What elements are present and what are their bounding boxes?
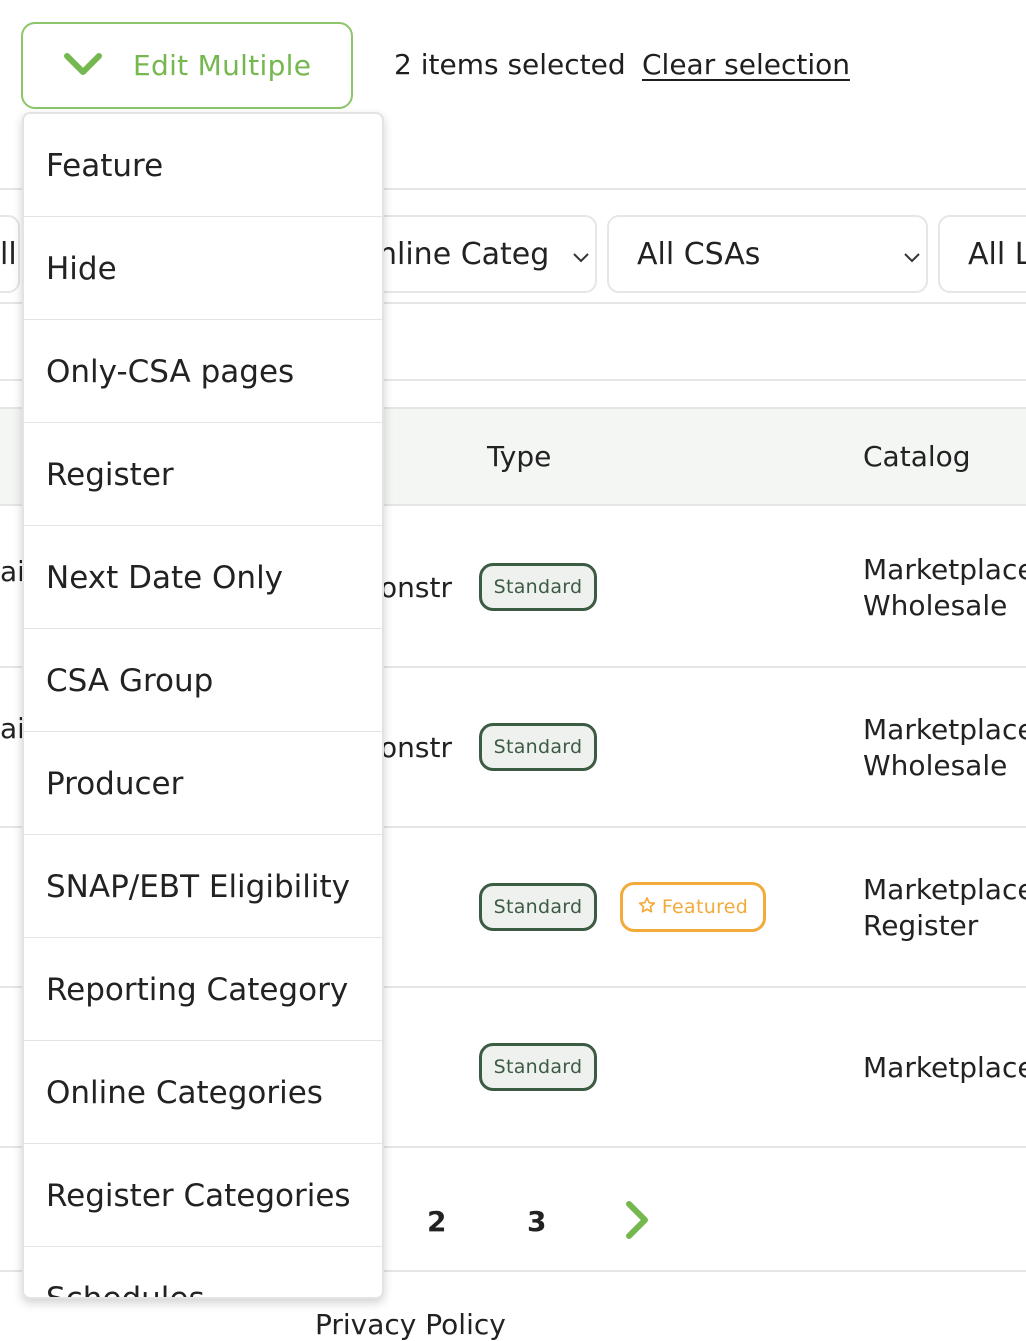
pagination-page-3[interactable]: 3 [527,1205,546,1238]
catalog-line: Wholesale [863,749,1008,782]
standard-badge: Standard [479,723,597,771]
cell-text-fragment: onstr [380,731,452,764]
menu-item-label: Hide [46,251,117,287]
catalog-line: Marketplace [863,553,1026,586]
filter-select-partial-right-label: All L [968,237,1026,272]
menu-item-only-csa-pages[interactable]: Only-CSA pages [24,320,382,423]
chevron-right-icon[interactable] [624,1200,650,1244]
chevron-down-icon [572,249,590,268]
menu-item-producer[interactable]: Producer [24,732,382,835]
menu-item-label: Register Categories [46,1178,351,1214]
menu-item-next-date-only[interactable]: Next Date Only [24,526,382,629]
menu-item-label: Next Date Only [46,560,284,596]
edit-multiple-label: Edit Multiple [133,49,312,82]
star-icon [638,896,656,919]
cell-text-fragment: onstr [380,571,452,604]
menu-item-schedules[interactable]: Schedules [24,1247,382,1299]
chevron-down-icon [63,51,103,83]
menu-item-label: CSA Group [46,663,214,699]
menu-item-label: Schedules [46,1281,205,1299]
clear-selection-link[interactable]: Clear selection [642,48,850,81]
filter-select-partial-right[interactable]: All L [938,215,1026,293]
csas-select[interactable]: All CSAs [607,215,928,293]
menu-item-label: Producer [46,766,184,802]
menu-item-reporting-category[interactable]: Reporting Category [24,938,382,1041]
edit-multiple-button[interactable]: Edit Multiple [21,22,353,109]
catalog-line: Register [863,909,979,942]
chevron-down-icon [903,249,921,268]
menu-item-feature[interactable]: Feature [24,114,382,217]
menu-item-online-categories[interactable]: Online Categories [24,1041,382,1144]
catalog-line: Marketplace [863,873,1026,906]
edit-multiple-menu: Feature Hide Only-CSA pages Register Nex… [22,112,384,1299]
online-categories-select-label: nline Categ [378,237,550,272]
menu-item-snap-ebt-eligibility[interactable]: SNAP/EBT Eligibility [24,835,382,938]
selected-count: 2 items selected [394,48,626,81]
menu-item-label: SNAP/EBT Eligibility [46,869,350,905]
featured-badge: Featured [620,882,766,932]
filter-select-partial[interactable]: ll [0,215,20,293]
menu-item-hide[interactable]: Hide [24,217,382,320]
filter-select-partial-label: ll [0,237,17,272]
standard-badge: Standard [479,563,597,611]
menu-item-label: Reporting Category [46,972,349,1008]
menu-item-label: Online Categories [46,1075,323,1111]
standard-badge: Standard [479,883,597,931]
footer-link[interactable]: Privacy Policy [315,1308,506,1341]
catalog-line: Marketplace [863,1051,1026,1084]
menu-item-register-categories[interactable]: Register Categories [24,1144,382,1247]
column-header-type[interactable]: Type [487,440,551,473]
menu-item-label: Only-CSA pages [46,354,295,390]
menu-item-label: Feature [46,148,164,184]
menu-item-register[interactable]: Register [24,423,382,526]
standard-badge: Standard [479,1043,597,1091]
catalog-line: Marketplace [863,713,1026,746]
menu-item-label: Register [46,457,174,493]
csas-select-label: All CSAs [637,237,761,272]
pagination-page-2[interactable]: 2 [427,1205,446,1238]
featured-badge-label: Featured [661,896,749,918]
catalog-line: Wholesale [863,589,1008,622]
column-header-catalog[interactable]: Catalog [863,440,971,473]
menu-item-csa-group[interactable]: CSA Group [24,629,382,732]
